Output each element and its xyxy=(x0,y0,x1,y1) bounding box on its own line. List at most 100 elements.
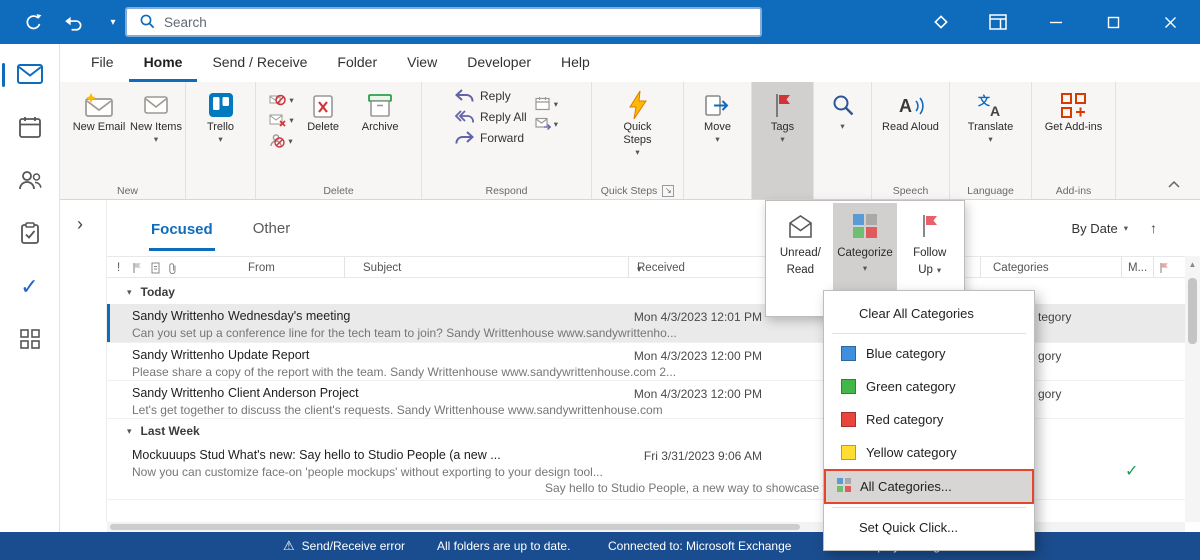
ribbon-group-find: ▾ xyxy=(814,82,872,199)
get-addins-button[interactable]: Get Add-ins xyxy=(1042,85,1106,134)
forward-button[interactable]: Forward xyxy=(455,131,527,145)
reply-all-button[interactable]: Reply All xyxy=(455,110,527,124)
inbox-view-bar: Focused Other By Date ▾ ↑ xyxy=(107,200,1185,256)
rail-item-todo[interactable]: ✓ xyxy=(10,270,50,304)
tab-developer[interactable]: Developer xyxy=(452,44,546,82)
collapse-group-icon[interactable]: ▾ xyxy=(127,426,132,437)
group-label-addins: Add-ins xyxy=(1055,184,1092,197)
ignore-button[interactable]: ▾ xyxy=(269,92,294,107)
green-category-menu-item[interactable]: Green category xyxy=(824,370,1034,403)
tab-send-receive[interactable]: Send / Receive xyxy=(197,44,322,82)
chevron-down-icon: ▾ xyxy=(862,263,868,273)
block-sender-button[interactable]: ▾ xyxy=(269,133,293,148)
red-swatch-icon xyxy=(841,412,856,427)
find-button[interactable]: ▾ xyxy=(815,85,870,131)
read-aloud-label: Read Aloud xyxy=(882,121,939,133)
undo-icon[interactable] xyxy=(62,11,84,33)
chevron-down-icon: ▾ xyxy=(840,121,845,131)
collapse-group-icon[interactable]: ▾ xyxy=(127,287,132,298)
sort-by-control[interactable]: By Date ▾ ↑ xyxy=(1071,220,1157,236)
column-header-row: ! From Subject Received ▾ Categories M..… xyxy=(107,256,1185,279)
meeting-button[interactable]: ▾ xyxy=(535,96,558,111)
attachment-column-icon[interactable] xyxy=(168,257,177,279)
tasks-icon xyxy=(20,221,40,247)
rail-item-tasks[interactable] xyxy=(10,217,50,251)
sort-direction-icon[interactable]: ↑ xyxy=(1150,220,1157,236)
search-icon xyxy=(139,13,155,32)
forward-label: Forward xyxy=(480,131,525,145)
scroll-up-icon[interactable]: ▲ xyxy=(1185,256,1200,269)
premium-diamond-icon[interactable] xyxy=(930,11,952,33)
delete-button[interactable]: Delete xyxy=(296,85,351,134)
rail-item-mail[interactable] xyxy=(1,58,50,92)
maximize-button[interactable] xyxy=(1102,11,1124,33)
sort-label: By Date xyxy=(1071,220,1118,236)
expand-pane-icon[interactable]: › xyxy=(77,214,83,235)
email-category-label: gory xyxy=(1038,349,1062,363)
more-respond-button[interactable]: ▾ xyxy=(535,117,558,130)
group-label: Today xyxy=(140,285,175,299)
tab-help[interactable]: Help xyxy=(546,44,605,82)
yellow-category-menu-item[interactable]: Yellow category xyxy=(824,436,1034,469)
trello-button[interactable]: Trello ▾ xyxy=(193,85,248,144)
email-preview: Now you can customize face-on 'people mo… xyxy=(132,465,603,479)
ribbon-group-delete: ▾ ▾ ▾ Delete Archive Delete xyxy=(256,82,422,199)
todo-check-icon: ✓ xyxy=(20,274,39,299)
new-items-icon xyxy=(144,89,168,121)
window-layout-icon[interactable] xyxy=(987,11,1009,33)
column-subject[interactable]: Subject xyxy=(363,257,401,279)
reminder-flag-column-icon[interactable] xyxy=(133,257,142,279)
vertical-scrollbar[interactable]: ▲ xyxy=(1185,256,1200,522)
column-mentions[interactable]: M... xyxy=(1128,257,1147,279)
tags-label: Tags xyxy=(770,121,795,133)
search-input[interactable] xyxy=(164,14,760,30)
follow-up-label-2: Up xyxy=(918,264,933,276)
mail-icon xyxy=(16,63,43,87)
vertical-scrollbar-thumb[interactable] xyxy=(1188,278,1197,344)
red-category-menu-item[interactable]: Red category xyxy=(824,403,1034,436)
close-button[interactable] xyxy=(1159,11,1181,33)
connection-status: Connected to: Microsoft Exchange xyxy=(608,539,792,553)
translate-button[interactable]: 文A Translate ▾ xyxy=(959,85,1023,144)
group-label-find xyxy=(814,182,871,199)
tab-home[interactable]: Home xyxy=(128,44,198,82)
move-button[interactable]: Move ▾ xyxy=(690,85,745,144)
tab-file[interactable]: File xyxy=(76,44,129,82)
clear-all-categories-menu-item[interactable]: Clear All Categories xyxy=(824,297,1034,330)
move-label: Move xyxy=(704,121,731,133)
flag-status-column-icon[interactable] xyxy=(1160,257,1169,279)
rail-item-people[interactable] xyxy=(10,164,50,198)
toolbar-dropdown-icon[interactable]: ▾ xyxy=(102,11,124,33)
chevron-down-icon: ▾ xyxy=(1123,223,1128,233)
column-categories[interactable]: Categories xyxy=(993,257,1049,279)
read-aloud-button[interactable]: A Read Aloud xyxy=(879,85,943,134)
tags-button[interactable]: Tags ▾ xyxy=(755,85,810,144)
group-label-quick-steps: Quick Steps xyxy=(600,184,658,197)
rail-item-more-apps[interactable] xyxy=(10,323,50,357)
column-from[interactable]: From xyxy=(248,257,275,279)
ribbon-group-language: 文A Translate ▾ Language xyxy=(950,82,1032,199)
tab-folder[interactable]: Folder xyxy=(322,44,392,82)
clean-up-button[interactable]: ▾ xyxy=(269,113,294,127)
follow-up-flag-icon xyxy=(920,213,940,243)
search-box[interactable] xyxy=(125,7,762,37)
set-quick-click-menu-item[interactable]: Set Quick Click... xyxy=(824,511,1034,544)
importance-column-icon[interactable]: ! xyxy=(117,257,120,279)
new-items-button[interactable]: New Items ▾ xyxy=(129,85,184,144)
horizontal-scrollbar-thumb[interactable] xyxy=(110,524,800,530)
new-email-button[interactable]: New Email xyxy=(72,85,127,134)
quick-steps-button[interactable]: Quick Steps ▾ xyxy=(610,85,665,157)
archive-button[interactable]: Archive xyxy=(353,85,408,134)
item-type-column-icon[interactable] xyxy=(151,257,160,279)
tab-view[interactable]: View xyxy=(392,44,452,82)
reply-button[interactable]: Reply xyxy=(455,89,527,103)
collapse-ribbon-icon[interactable] xyxy=(1164,176,1184,192)
blue-category-menu-item[interactable]: Blue category xyxy=(824,337,1034,370)
all-categories-menu-item[interactable]: All Categories... xyxy=(824,469,1034,504)
rail-item-calendar[interactable] xyxy=(10,111,50,145)
tab-other[interactable]: Other xyxy=(253,220,291,237)
minimize-button[interactable] xyxy=(1045,11,1067,33)
dialog-launcher-icon[interactable]: ↘ xyxy=(662,184,675,197)
tab-focused[interactable]: Focused xyxy=(149,206,215,251)
send-receive-icon[interactable] xyxy=(22,11,44,33)
